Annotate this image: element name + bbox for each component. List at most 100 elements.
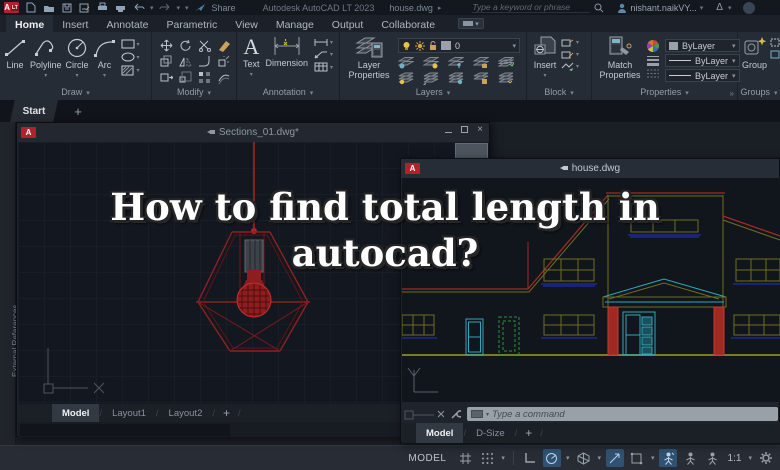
sections-title-bar[interactable]: A Sections_01.dwg* × — [17, 123, 489, 142]
explode-tool-icon[interactable] — [217, 55, 230, 68]
command-input[interactable] — [492, 408, 774, 420]
save-icon[interactable] — [60, 2, 73, 13]
circle-tool[interactable]: Circle — [66, 37, 89, 81]
rotate-tool-icon[interactable] — [179, 39, 192, 52]
annotation-scale-value[interactable]: 1:1 — [725, 449, 743, 467]
array-tool-icon[interactable] — [198, 71, 211, 84]
layer-select[interactable]: 0 — [398, 38, 520, 53]
panel-label-groups[interactable]: Groups — [738, 87, 780, 99]
qat-customize-icon[interactable]: ▾ — [185, 4, 189, 12]
copy-tool-icon[interactable] — [160, 55, 173, 68]
trim-tool-icon[interactable] — [198, 39, 211, 52]
ribbon-tab-collaborate[interactable]: Collaborate — [372, 15, 444, 32]
ribbon-tab-parametric[interactable]: Parametric — [158, 15, 227, 32]
scale-dropdown-icon[interactable]: ▾ — [748, 454, 752, 462]
save-as-icon[interactable] — [78, 2, 91, 13]
snap-mode-icon[interactable] — [478, 449, 496, 467]
panel-label-annotation[interactable]: Annotation — [237, 87, 339, 99]
sections-tab-model[interactable]: Model — [52, 404, 100, 422]
move-tool-icon[interactable] — [160, 39, 173, 52]
polar-dropdown-icon[interactable]: ▾ — [566, 454, 570, 462]
model-space-toggle[interactable]: MODEL — [408, 453, 446, 464]
panel-label-block[interactable]: Block — [527, 87, 591, 99]
object-snap-icon[interactable] — [628, 449, 646, 467]
new-file-icon[interactable] — [24, 2, 37, 13]
hatch-tool-icon[interactable] — [121, 65, 140, 76]
redo-icon[interactable] — [159, 2, 172, 13]
ribbon-tab-view[interactable]: View — [226, 15, 267, 32]
house-new-layout-button[interactable]: + — [517, 426, 540, 440]
isodraft-icon[interactable] — [574, 449, 592, 467]
object-color-select[interactable]: ByLayer — [665, 39, 740, 52]
house-title-bar[interactable]: A house.dwg — [401, 159, 779, 178]
rectangle-tool-icon[interactable] — [121, 39, 140, 49]
create-block-icon[interactable] — [561, 38, 579, 47]
open-folder-icon[interactable] — [42, 2, 55, 13]
command-dropdown-icon[interactable]: ▾ — [486, 411, 489, 418]
fillet-tool-icon[interactable] — [198, 55, 211, 68]
user-account[interactable]: nishant.naikVY... ▾ — [617, 3, 703, 13]
scale-tool-icon[interactable] — [179, 71, 192, 84]
layer-off-icon[interactable] — [398, 56, 414, 69]
ungroup-icon[interactable] — [770, 38, 780, 47]
offset-tool-icon[interactable] — [217, 71, 230, 84]
linetype-select[interactable]: ByLayer — [665, 69, 740, 82]
ribbon-tab-insert[interactable]: Insert — [53, 15, 97, 32]
ortho-mode-icon[interactable] — [521, 449, 539, 467]
panel-label-draw[interactable]: Draw — [0, 87, 151, 99]
layer-unisolate-icon[interactable] — [448, 72, 464, 85]
close-icon[interactable]: × — [477, 125, 483, 135]
lineweight-select[interactable]: ByLayer — [665, 54, 740, 67]
group-edit-icon[interactable] — [770, 50, 780, 59]
table-tool-icon[interactable] — [314, 62, 333, 72]
isodraft-dropdown-icon[interactable]: ▾ — [597, 454, 601, 462]
linetype-icon[interactable] — [646, 68, 660, 79]
layer-isolate-icon[interactable] — [423, 56, 439, 69]
print-icon[interactable] — [114, 2, 127, 13]
ribbon-tab-manage[interactable]: Manage — [267, 15, 323, 32]
panel-label-modify[interactable]: Modify — [152, 87, 236, 99]
redo-dropdown-icon[interactable]: ▾ — [177, 4, 181, 12]
sections-tab-layout1[interactable]: Layout1 — [102, 404, 156, 422]
arc-tool[interactable]: Arc — [93, 37, 117, 81]
external-references-palette[interactable]: External References — [0, 122, 20, 445]
ribbon-tab-home[interactable]: Home — [6, 15, 54, 32]
mirror-tool-icon[interactable] — [179, 55, 192, 68]
panel-label-layers[interactable]: Layers — [340, 87, 526, 99]
object-snap-tracking-icon[interactable] — [605, 449, 624, 467]
autodesk-dropdown-icon[interactable]: ▾ — [728, 4, 732, 12]
command-line[interactable]: ▾ — [467, 407, 778, 421]
file-tab-start[interactable]: Start — [10, 100, 58, 122]
undo-icon[interactable] — [132, 2, 145, 13]
share-label[interactable]: Share — [212, 3, 236, 13]
ribbon-tab-output[interactable]: Output — [323, 15, 373, 32]
layer-freeze-icon[interactable] — [448, 56, 464, 69]
annotation-scale-person-icon[interactable] — [703, 449, 721, 467]
color-wheel-icon[interactable] — [646, 39, 660, 53]
erase-tool-icon[interactable] — [217, 39, 231, 52]
polar-tracking-icon[interactable] — [542, 449, 561, 467]
search-icon[interactable] — [594, 3, 604, 13]
panel-label-properties[interactable]: Properties — [592, 87, 737, 99]
snap-dropdown-icon[interactable]: ▾ — [501, 454, 505, 462]
house-tab-dsize[interactable]: D-Size — [466, 423, 515, 443]
autodesk-mark-icon[interactable]: Δ — [716, 2, 723, 13]
command-window-icon[interactable] — [471, 410, 483, 418]
autoscale-icon[interactable] — [681, 449, 699, 467]
dimension-style-icon[interactable] — [314, 38, 333, 47]
plot-icon[interactable] — [96, 2, 109, 13]
autocad-logo-icon[interactable]: A LT — [4, 2, 19, 13]
leader-tool-icon[interactable] — [314, 50, 333, 59]
layer-prev-icon[interactable] — [423, 72, 439, 85]
line-tool[interactable]: Line — [4, 37, 26, 71]
customization-gear-icon[interactable] — [757, 449, 775, 467]
sections-tab-layout2[interactable]: Layout2 — [159, 404, 213, 422]
lineweight-icon[interactable] — [646, 55, 660, 66]
layer-make-current-icon[interactable] — [498, 56, 514, 69]
undo-dropdown-icon[interactable]: ▾ — [150, 4, 154, 12]
stretch-tool-icon[interactable] — [160, 71, 173, 84]
share-icon[interactable] — [194, 2, 207, 13]
layer-lock-fade-icon[interactable] — [473, 72, 489, 85]
maximize-icon[interactable] — [461, 126, 469, 133]
ribbon-tab-annotate[interactable]: Annotate — [97, 15, 157, 32]
